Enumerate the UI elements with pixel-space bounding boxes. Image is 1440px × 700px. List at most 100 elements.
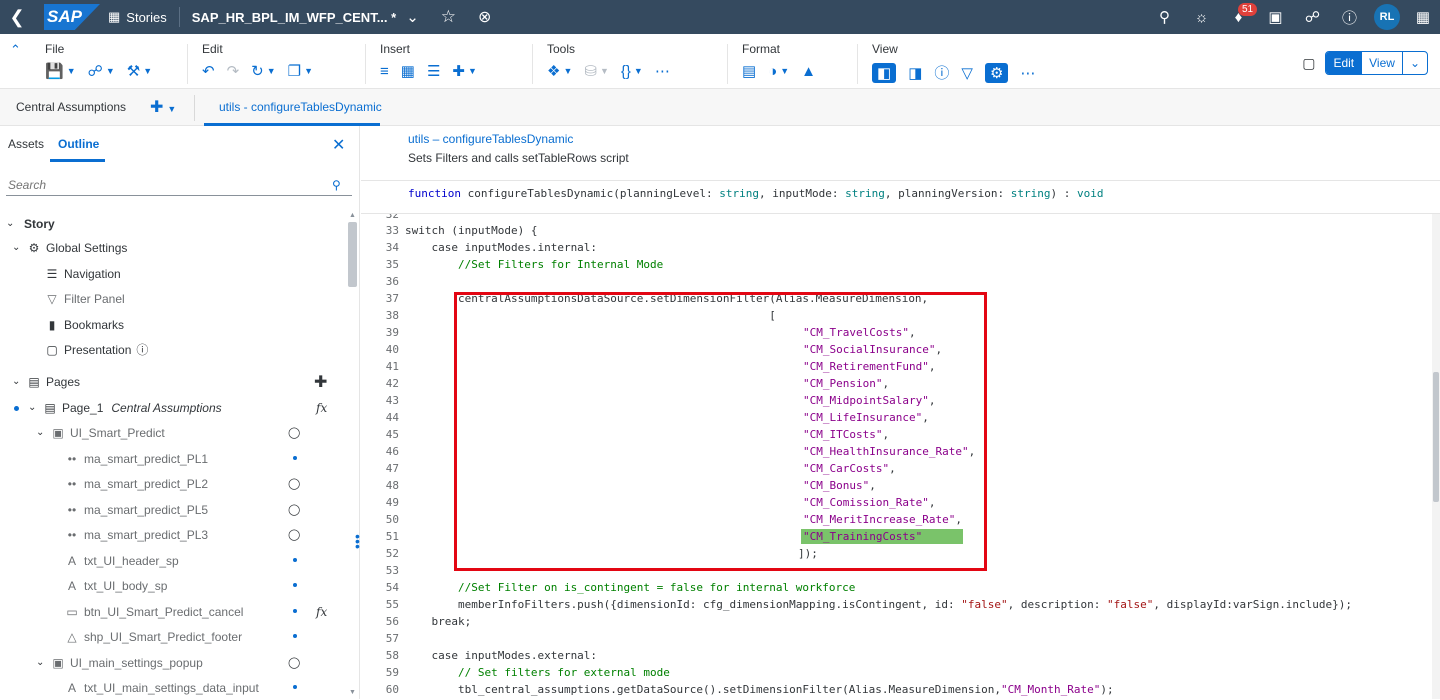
- copy-icon[interactable]: ❐: [288, 62, 301, 80]
- data-actions-icon[interactable]: ❖: [547, 62, 560, 80]
- panel-splitter-handle[interactable]: • • •: [355, 529, 360, 553]
- right-panel-icon[interactable]: ◨: [908, 64, 922, 82]
- tree-item-presentation[interactable]: ▢ Presentation ⓘ: [42, 337, 387, 362]
- star-icon[interactable]: ☆: [441, 7, 456, 27]
- editor-scrollbar[interactable]: [1432, 214, 1440, 699]
- tab-assets[interactable]: Assets: [8, 137, 44, 151]
- tree-item-btn-cancel[interactable]: ▭ btn_UI_Smart_Predict_cancel fx: [62, 599, 407, 624]
- palette-dropdown-icon[interactable]: ▼: [780, 66, 789, 76]
- more-tools-icon[interactable]: ⋯: [655, 62, 670, 80]
- tree-item-ui-main-settings[interactable]: ⌄ ▣ UI_main_settings_popup ◯: [36, 650, 381, 675]
- tree-item-txt-main-settings[interactable]: A txt_UI_main_settings_data_input: [62, 675, 407, 700]
- avatar[interactable]: RL: [1374, 4, 1400, 30]
- copy-dropdown-icon[interactable]: ▼: [304, 66, 313, 76]
- chevron-down-icon[interactable]: ⌄: [6, 218, 18, 229]
- more-view-icon[interactable]: ⋯: [1020, 64, 1035, 82]
- add-dropdown-icon[interactable]: ▼: [468, 66, 477, 76]
- help-icon[interactable]: ⓘ: [1331, 7, 1368, 28]
- tree-item-ma-pl5[interactable]: •• ma_smart_predict_PL5 ◯: [62, 497, 407, 522]
- share-icon[interactable]: ☍: [88, 62, 103, 80]
- add-page-dropdown-icon[interactable]: ▼: [167, 104, 176, 114]
- planning-dropdown-icon[interactable]: ▼: [600, 66, 609, 76]
- editor-scroll-thumb[interactable]: [1433, 372, 1439, 502]
- chevron-down-icon[interactable]: ⌄: [12, 376, 24, 387]
- function-icon[interactable]: fx: [316, 401, 327, 415]
- back-icon[interactable]: ❮: [0, 0, 34, 34]
- palette-icon[interactable]: ◑: [768, 63, 777, 80]
- wrench-icon[interactable]: ⚒: [127, 62, 140, 80]
- info-icon[interactable]: ⓘ: [934, 62, 949, 83]
- close-icon[interactable]: ✕: [332, 135, 345, 155]
- filter-icon[interactable]: ▽: [961, 64, 973, 82]
- tree-item-story[interactable]: ⌄ Story: [6, 211, 351, 236]
- hidden-eye-icon[interactable]: ◯: [288, 528, 300, 541]
- tree-item-ma-pl2[interactable]: •• ma_smart_predict_PL2 ◯: [62, 471, 407, 496]
- input-control-icon[interactable]: ☰: [427, 62, 440, 80]
- tree-item-bookmarks[interactable]: ▮ Bookmarks: [42, 312, 387, 337]
- refresh-icon[interactable]: ↻: [251, 62, 264, 80]
- monitor-icon[interactable]: ▢: [1302, 55, 1315, 72]
- hidden-eye-icon[interactable]: ◯: [288, 426, 300, 439]
- scroll-up-icon[interactable]: ▲: [349, 212, 356, 219]
- redo-icon[interactable]: ↷: [227, 62, 240, 80]
- hidden-eye-icon[interactable]: ◯: [288, 477, 300, 490]
- sap-logo[interactable]: SAP: [44, 4, 100, 30]
- tree-item-shp-footer[interactable]: △ shp_UI_Smart_Predict_footer: [62, 624, 407, 649]
- chart-icon[interactable]: ≡: [380, 63, 389, 80]
- tree-item-ma-pl1[interactable]: •• ma_smart_predict_PL1: [62, 446, 407, 471]
- tree-item-navigation[interactable]: ☰ Navigation: [42, 261, 387, 286]
- outline-scrollbar[interactable]: [348, 222, 357, 287]
- tree-item-txt-body[interactable]: A txt_UI_body_sp: [62, 573, 407, 598]
- app-grid-icon[interactable]: ▦: [1406, 8, 1440, 26]
- planning-icon[interactable]: ⛁: [584, 62, 597, 80]
- info-icon[interactable]: ⓘ: [136, 341, 148, 358]
- tab-script-configure-tables[interactable]: utils - configureTablesDynamic: [219, 100, 382, 114]
- edit-mode-button[interactable]: Edit: [1326, 52, 1362, 74]
- tree-item-page-1[interactable]: ⌄ ▤ Page_1 Central Assumptions fx: [0, 395, 345, 420]
- stories-menu[interactable]: ▦ Stories: [108, 9, 167, 25]
- chevron-down-icon[interactable]: ⌄: [406, 8, 419, 26]
- chevron-down-icon[interactable]: ⌄: [28, 402, 40, 413]
- add-page-icon[interactable]: ✚: [314, 372, 327, 392]
- hidden-eye-icon[interactable]: ◯: [288, 503, 300, 516]
- lightbulb-icon[interactable]: ☼: [1183, 9, 1220, 26]
- scripting-icon[interactable]: {}: [621, 63, 631, 80]
- share-dropdown-icon[interactable]: ▼: [106, 66, 115, 76]
- feedback-icon[interactable]: ☍: [1294, 8, 1331, 26]
- left-panel-icon[interactable]: ◧: [872, 62, 897, 83]
- tree-item-global-settings[interactable]: ⌄ ⚙ Global Settings: [12, 235, 357, 260]
- add-icon[interactable]: ✚: [452, 62, 465, 80]
- view-mode-button[interactable]: View: [1361, 52, 1402, 74]
- script-object-icon[interactable]: ⚙: [984, 62, 1009, 83]
- scripting-dropdown-icon[interactable]: ▼: [634, 66, 643, 76]
- tree-item-ui-smart-predict[interactable]: ⌄ ▣ UI_Smart_Predict ◯: [36, 420, 381, 445]
- tree-item-filter-panel[interactable]: ▽ Filter Panel: [42, 286, 387, 311]
- undo-icon[interactable]: ↶: [202, 62, 215, 80]
- mode-dropdown-icon[interactable]: ⌄: [1401, 52, 1427, 74]
- search-input[interactable]: [6, 177, 326, 192]
- tab-outline[interactable]: Outline: [58, 137, 99, 151]
- styling-icon[interactable]: ▤: [742, 62, 756, 80]
- chevron-down-icon[interactable]: ⌄: [36, 427, 48, 438]
- scroll-down-icon[interactable]: ▼: [349, 689, 356, 696]
- function-icon[interactable]: fx: [316, 605, 327, 619]
- data-actions-dropdown-icon[interactable]: ▼: [563, 66, 572, 76]
- hidden-eye-icon[interactable]: ◯: [288, 656, 300, 669]
- tree-item-pages[interactable]: ⌄ ▤ Pages ✚: [12, 369, 357, 394]
- search-icon[interactable]: ⚲: [1146, 8, 1183, 26]
- close-circle-icon[interactable]: ⊗: [478, 7, 491, 27]
- add-page-icon[interactable]: ✚ ▼: [150, 97, 176, 117]
- search-icon[interactable]: ⚲: [332, 178, 341, 192]
- chevron-down-icon[interactable]: ⌄: [12, 242, 24, 253]
- document-title[interactable]: SAP_HR_BPL_IM_WFP_CENT... *: [192, 10, 396, 25]
- refresh-dropdown-icon[interactable]: ▼: [267, 66, 276, 76]
- tab-central-assumptions[interactable]: Central Assumptions: [16, 100, 126, 114]
- wrench-dropdown-icon[interactable]: ▼: [143, 66, 152, 76]
- discussions-icon[interactable]: ▣: [1257, 8, 1294, 26]
- save-icon[interactable]: 💾: [45, 62, 64, 80]
- fill-icon[interactable]: ▲: [801, 63, 816, 80]
- notification-bell-icon[interactable]: ♦ 51: [1220, 2, 1258, 26]
- chevron-down-icon[interactable]: ⌄: [36, 657, 48, 668]
- collapse-toolbar-icon[interactable]: ⌃: [10, 42, 21, 58]
- table-icon[interactable]: ▦: [401, 62, 415, 80]
